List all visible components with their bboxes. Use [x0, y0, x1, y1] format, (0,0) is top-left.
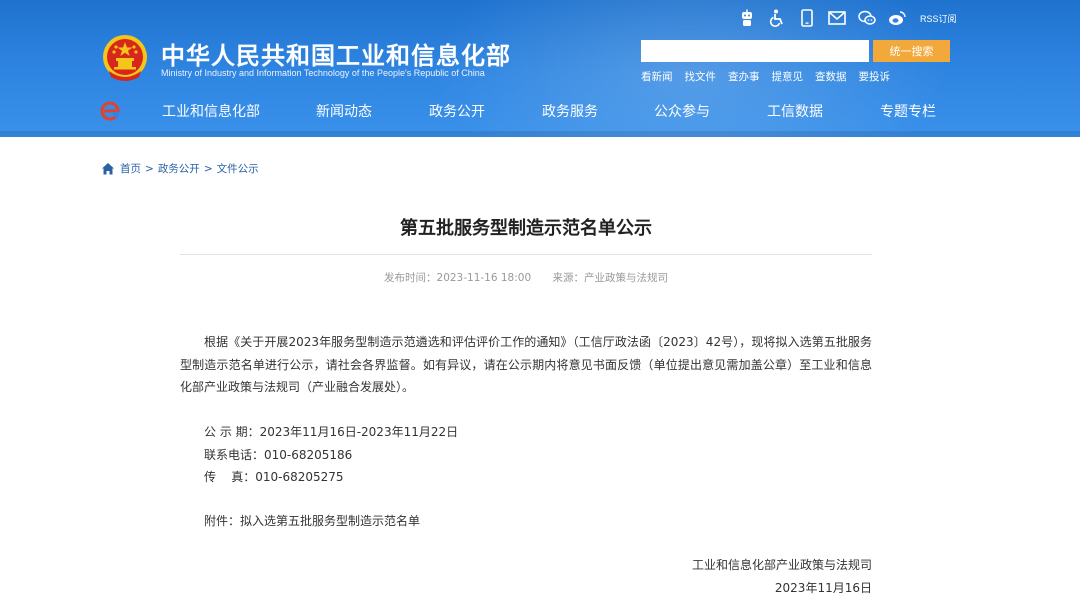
- mobile-icon[interactable]: [798, 9, 816, 27]
- breadcrumb: 首页 > 政务公开 > 文件公示: [101, 161, 259, 176]
- nav-item-data[interactable]: 工信数据: [767, 101, 823, 121]
- quick-link-complaint[interactable]: 要投诉: [859, 69, 891, 84]
- publish-time: 发布时间：2023-11-16 18:00: [384, 272, 532, 284]
- top-icon-bar: RSS订阅: [738, 8, 957, 28]
- site-subtitle: Ministry of Industry and Information Tec…: [161, 68, 485, 78]
- breadcrumb-document-notice[interactable]: 文件公示: [217, 161, 259, 176]
- article-source: 来源：产业政策与法规司: [552, 272, 668, 284]
- mail-icon[interactable]: [828, 9, 846, 27]
- article-title: 第五批服务型制造示范名单公示: [400, 218, 652, 239]
- search-input[interactable]: [641, 40, 869, 62]
- quick-link-data[interactable]: 查数据: [815, 69, 847, 84]
- gov-e-logo-icon[interactable]: [100, 100, 120, 122]
- robot-assistant-icon[interactable]: [738, 9, 756, 27]
- nav-item-special-topics[interactable]: 专题专栏: [880, 101, 936, 121]
- title-divider: [180, 254, 872, 255]
- search-button[interactable]: 统一搜索: [873, 40, 950, 62]
- quick-link-feedback[interactable]: 提意见: [772, 69, 804, 84]
- quick-link-news[interactable]: 看新闻: [641, 69, 673, 84]
- wechat-icon[interactable]: [858, 9, 876, 27]
- article-paragraph: 根据《关于开展2023年服务型制造示范遴选和评估评价工作的通知》（工信厅政法函〔…: [180, 335, 872, 394]
- contact-fax: 传 真：010-68205275: [204, 470, 344, 484]
- nav-item-participation[interactable]: 公众参与: [654, 101, 710, 121]
- site-title[interactable]: 中华人民共和国工业和信息化部: [161, 36, 511, 71]
- breadcrumb-public-affairs[interactable]: 政务公开: [158, 161, 200, 176]
- attachment-link[interactable]: 附件：拟入选第五批服务型制造示范名单: [204, 512, 420, 529]
- quick-links: 看新闻 找文件 查办事 提意见 查数据 要投诉: [641, 69, 902, 84]
- nav-item-gov-services[interactable]: 政务服务: [542, 101, 598, 121]
- article-meta: 发布时间：2023-11-16 18:00 来源：产业政策与法规司: [180, 270, 872, 285]
- quick-link-services[interactable]: 查办事: [728, 69, 760, 84]
- site-header: 中华人民共和国工业和信息化部 Ministry of Industry and …: [0, 0, 1080, 137]
- rss-link[interactable]: RSS订阅: [920, 12, 957, 25]
- breadcrumb-separator: >: [203, 162, 213, 175]
- nav-item-public-affairs[interactable]: 政务公开: [429, 101, 485, 121]
- quick-link-documents[interactable]: 找文件: [685, 69, 717, 84]
- weibo-icon[interactable]: [888, 9, 906, 27]
- nav-item-ministry[interactable]: 工业和信息化部: [162, 101, 260, 121]
- signature-department: 工业和信息化部产业政策与法规司: [691, 558, 872, 572]
- nav-item-news[interactable]: 新闻动态: [316, 101, 372, 121]
- header-shadow: [0, 131, 1080, 137]
- accessibility-icon[interactable]: [768, 9, 786, 27]
- main-nav: 工业和信息化部 新闻动态 政务公开 政务服务 公众参与 工信数据 专题专栏: [0, 97, 1080, 125]
- home-icon[interactable]: [101, 162, 115, 176]
- signature-date: 2023年11月16日: [774, 581, 872, 595]
- notice-period: 公 示 期：2023年11月16日-2023年11月22日: [204, 425, 459, 439]
- breadcrumb-home[interactable]: 首页: [120, 161, 141, 176]
- national-emblem-icon[interactable]: [101, 33, 149, 83]
- breadcrumb-separator: >: [145, 162, 154, 175]
- contact-phone: 联系电话：010-68205186: [204, 448, 353, 462]
